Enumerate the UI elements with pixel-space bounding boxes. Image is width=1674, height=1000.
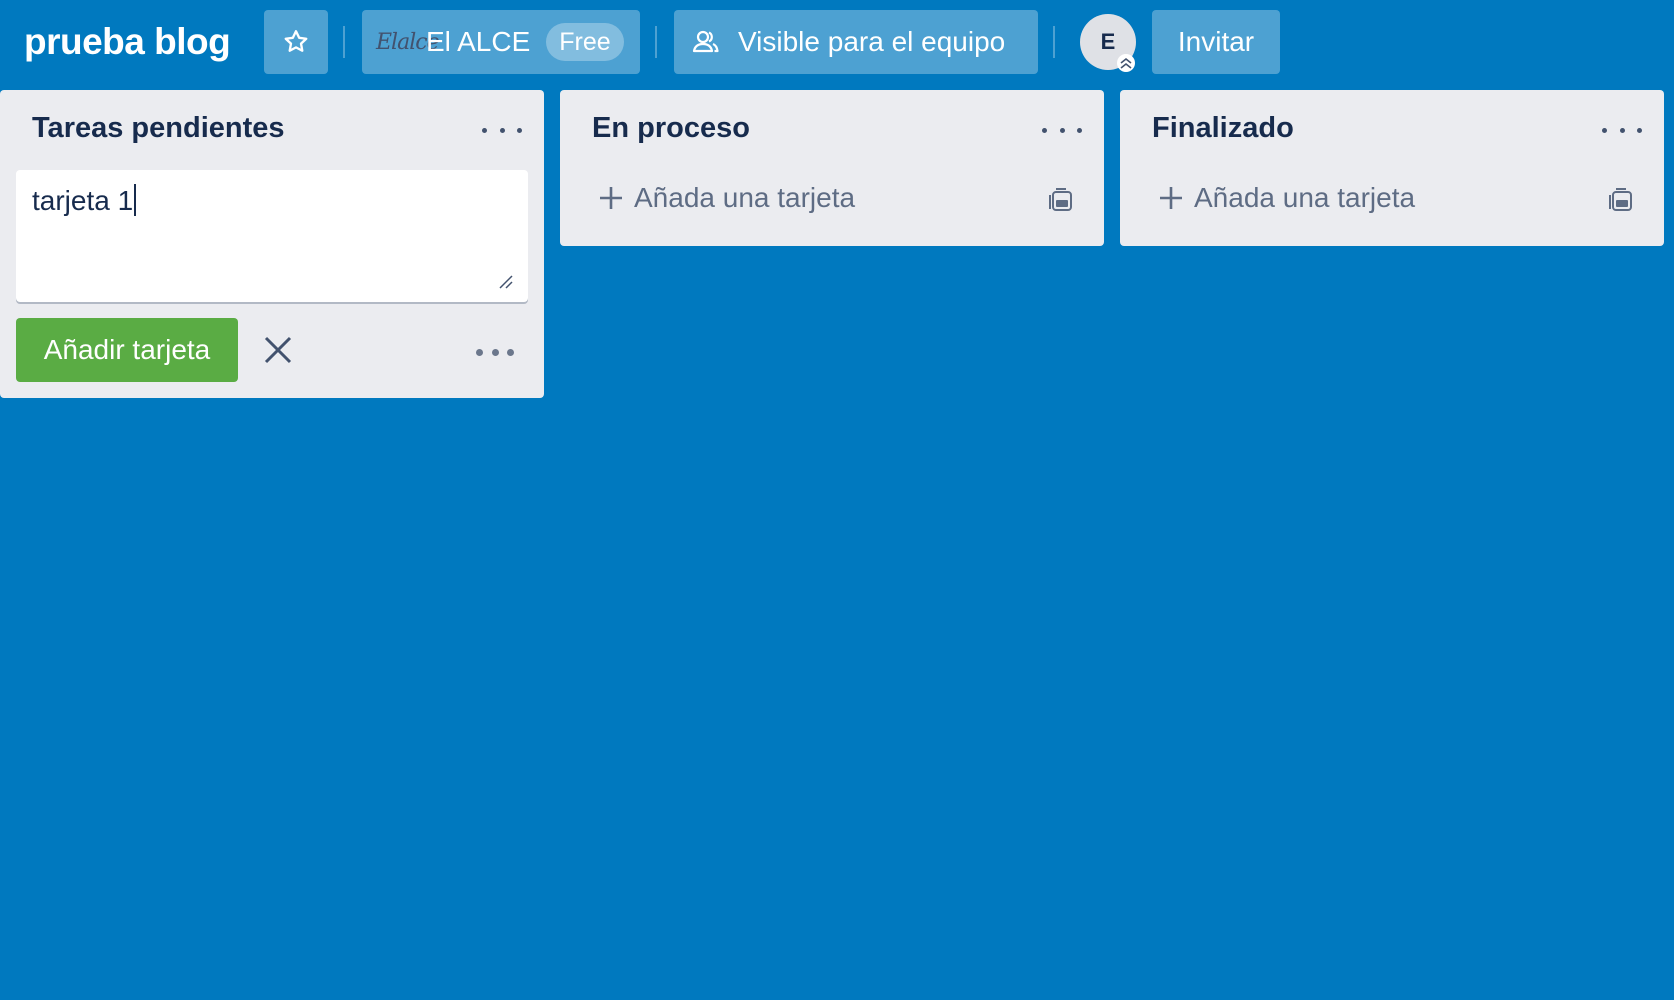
list-menu-icon[interactable] — [1602, 120, 1642, 140]
add-card-link[interactable]: Añada una tarjeta — [1158, 182, 1415, 214]
card-template-icon[interactable] — [1608, 188, 1634, 214]
add-card-label: Añada una tarjeta — [634, 182, 856, 213]
add-card-link[interactable]: Añada una tarjeta — [598, 182, 855, 214]
card-template-icon[interactable] — [1048, 188, 1074, 214]
list-tareas-pendientes: Tareas pendientes tarjeta 1 Añadir tarje… — [0, 90, 544, 398]
list-finalizado: Finalizado Añada una tarjeta — [1120, 90, 1664, 246]
plan-badge: Free — [546, 23, 624, 61]
plus-icon — [600, 187, 622, 209]
team-name: El ALCE — [426, 26, 531, 57]
star-outline-icon — [284, 30, 308, 52]
add-card-label: Añadir tarjeta — [43, 334, 211, 365]
header-divider — [655, 26, 657, 58]
text-caret — [134, 184, 137, 216]
add-card-label: Añada una tarjeta — [1194, 182, 1416, 213]
board-title[interactable]: prueba blog — [24, 18, 231, 66]
team-people-icon — [692, 30, 719, 53]
board-header: prueba blog Elalce El ALCE Free Visible … — [0, 0, 1674, 90]
card-title-text: tarjeta 1 — [32, 185, 134, 216]
list-en-proceso: En proceso Añada una tarjeta — [560, 90, 1104, 246]
card-composer[interactable]: tarjeta 1 — [16, 170, 528, 302]
list-title[interactable]: En proceso — [592, 112, 750, 145]
team-button[interactable]: Elalce El ALCE Free — [362, 10, 640, 74]
visibility-label: Visible para el equipo — [738, 26, 1006, 57]
avatar-initial: E — [1100, 29, 1116, 54]
header-divider — [1053, 26, 1055, 58]
list-menu-icon[interactable] — [1042, 120, 1082, 140]
team-logo: Elalce — [376, 29, 440, 55]
plus-icon — [1160, 187, 1182, 209]
invite-button[interactable]: Invitar — [1152, 10, 1280, 74]
list-title[interactable]: Finalizado — [1152, 112, 1294, 145]
card-title-textarea[interactable]: tarjeta 1 — [32, 184, 512, 218]
member-avatar[interactable]: E — [1080, 14, 1136, 72]
visibility-button[interactable]: Visible para el equipo — [674, 10, 1038, 74]
add-card-button[interactable]: Añadir tarjeta — [16, 318, 238, 382]
list-title[interactable]: Tareas pendientes — [32, 112, 285, 145]
list-menu-icon[interactable] — [482, 120, 522, 140]
close-icon[interactable] — [262, 334, 294, 366]
invite-label: Invitar — [1177, 26, 1255, 57]
resize-handle-icon[interactable] — [498, 274, 514, 290]
star-board-button[interactable] — [264, 10, 328, 74]
header-divider — [343, 26, 345, 58]
admin-chevron-icon — [1117, 54, 1135, 72]
composer-options-icon[interactable] — [476, 346, 514, 358]
